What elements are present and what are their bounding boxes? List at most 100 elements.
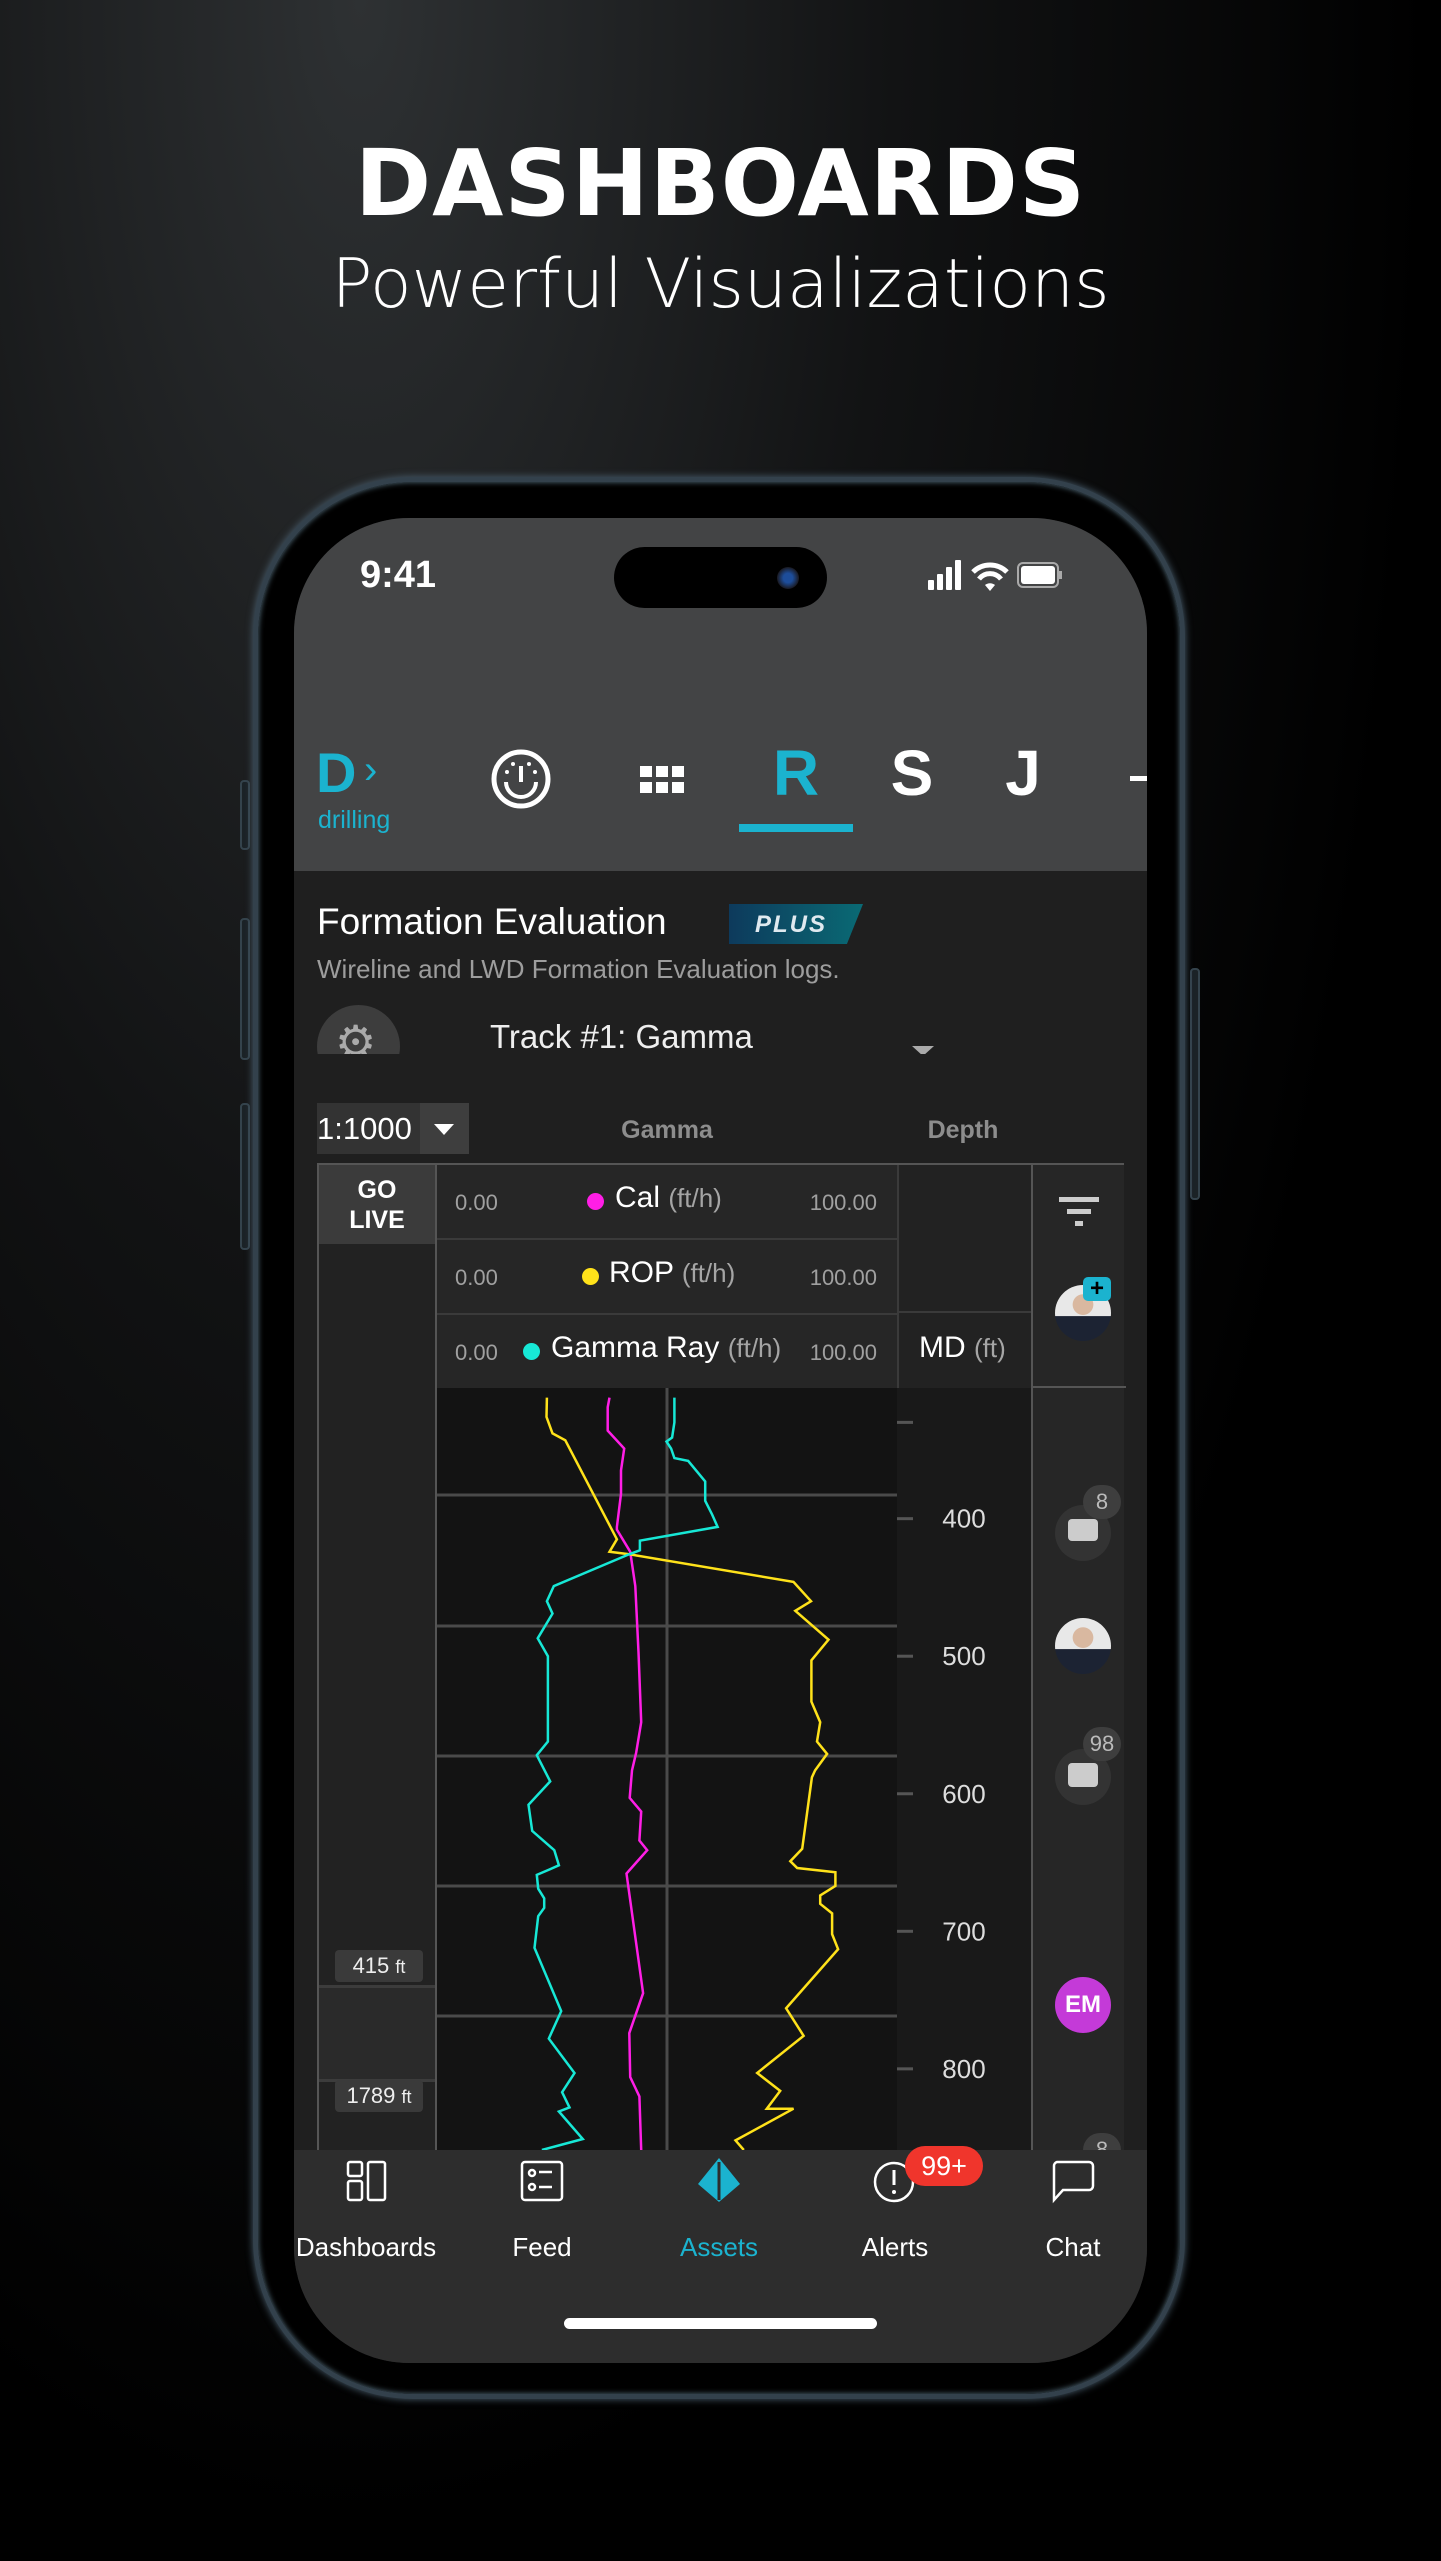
chat-icon	[1052, 2160, 1095, 2204]
hero-subtitle: Powerful Visualizations	[331, 245, 1110, 324]
md-label: MD (ft)	[919, 1331, 1006, 1365]
battery-icon	[1017, 562, 1062, 588]
depth-tick-label: 800	[942, 2054, 985, 2084]
legend-name-text: Gamma Ray	[551, 1331, 720, 1364]
scale-select[interactable]: 1:1000	[317, 1103, 469, 1154]
signal-icon	[928, 560, 961, 590]
brand-drilling-button[interactable]: D › drilling	[316, 740, 416, 834]
annotations-column: + 8 98 EM 8	[1031, 1165, 1126, 2167]
depth-axis-background	[897, 1388, 1031, 2150]
legend-row-gamma-ray[interactable]: 0.00 Gamma Ray (ft/h) 100.00	[437, 1315, 897, 1390]
legend-unit: (ft/h)	[668, 1183, 722, 1213]
hero-title: DASHBOARDS	[354, 130, 1087, 237]
gear-icon: ⚙	[335, 1016, 377, 1054]
plus-badge: PLUS	[729, 904, 863, 944]
legend-name-text: Cal	[615, 1181, 661, 1214]
volume-up-button	[240, 918, 250, 1060]
track-select[interactable]: Track #1: Gamma	[490, 1018, 753, 1054]
brand-label: drilling	[318, 806, 391, 834]
section-title: Formation Evaluation	[317, 901, 667, 942]
tab-label: Chat	[1045, 2232, 1101, 2262]
tab-chat[interactable]: Chat	[988, 2160, 1147, 2290]
depth-track-header-cell: MD (ft)	[897, 1165, 1031, 1388]
legend-row-rop[interactable]: 0.00 ROP (ft/h) 100.00	[437, 1240, 897, 1315]
tab-feed[interactable]: Feed	[457, 2160, 627, 2290]
caret-down-icon	[434, 1124, 454, 1135]
feed-icon	[520, 2160, 564, 2202]
tab-bar: Dashboards Feed Assets 99+ Alerts Chat	[294, 2146, 1147, 2363]
active-tab-underline	[739, 824, 853, 832]
tab-label: Feed	[512, 2232, 572, 2262]
legend-min: 0.00	[455, 1265, 498, 1290]
section-subtitle: Wireline and LWD Formation Evaluation lo…	[317, 954, 840, 984]
legend-min: 0.00	[455, 1340, 498, 1365]
tab-label: Alerts	[861, 2232, 929, 2262]
md-unit: (ft)	[974, 1333, 1006, 1363]
legend-name: ROP (ft/h)	[609, 1256, 735, 1290]
scale-value: 1:1000	[317, 1111, 412, 1146]
tab-label: Assets	[679, 2232, 759, 2262]
status-icons	[928, 560, 1062, 591]
tab-assets[interactable]: Assets	[634, 2158, 804, 2290]
tab-alerts[interactable]: 99+ Alerts	[810, 2146, 983, 2290]
legend-unit: (ft/h)	[681, 1258, 736, 1288]
legend-max: 100.00	[809, 1265, 877, 1290]
dropdown-arrow-icon[interactable]	[912, 1046, 934, 1054]
depth-navigator[interactable]: GO LIVE 415 ft 1789 ft	[319, 1165, 437, 2150]
go-live-button[interactable]: GO LIVE	[319, 1165, 435, 1244]
bottom-depth-label: 1789 ft	[335, 2080, 423, 2112]
comment-icon	[1068, 1519, 1098, 1541]
legend-max: 100.00	[809, 1340, 877, 1365]
user-avatar[interactable]	[1055, 1618, 1111, 1674]
depth-tick-label: 400	[942, 1504, 985, 1534]
nav-tab-j[interactable]: J	[983, 736, 1063, 810]
bottom-depth-value: 1789	[346, 2083, 396, 2108]
legend-dot-cal	[587, 1193, 604, 1210]
power-button	[1190, 968, 1200, 1200]
log-plot[interactable]	[437, 1388, 897, 2150]
user-initials-avatar[interactable]: EM	[1055, 1977, 1111, 2033]
tab-dashboards[interactable]: Dashboards	[294, 2160, 451, 2290]
alerts-count-badge: 99+	[905, 2146, 983, 2186]
add-comment-icon[interactable]: +	[1083, 1277, 1111, 1301]
md-name: MD	[919, 1331, 966, 1364]
settings-button[interactable]: ⚙	[317, 1005, 400, 1054]
assets-icon	[698, 2158, 740, 2202]
depth-track-header: Depth	[927, 1116, 999, 1144]
top-depth-label: 415 ft	[335, 1950, 423, 1982]
legend-name: Cal (ft/h)	[615, 1181, 722, 1215]
legend-dot-gamma-ray	[523, 1343, 540, 1360]
chat-bubble-icon	[1068, 1763, 1098, 1787]
legend-row-cal[interactable]: 0.00 Cal (ft/h) 100.00	[437, 1165, 897, 1240]
legend-max: 100.00	[809, 1190, 877, 1215]
dashboards-icon	[346, 2160, 387, 2202]
nav-tab-r[interactable]: R	[756, 736, 836, 810]
legend-unit: (ft/h)	[727, 1333, 782, 1363]
scale-dropdown-button[interactable]	[420, 1103, 469, 1154]
phone-screen: 9:41 D › drilling R S J Formation Evalua…	[294, 518, 1147, 2363]
top-depth-value: 415	[352, 1953, 390, 1978]
track-selector-row: ⚙ Track #1: Gamma	[294, 998, 1147, 1054]
nav-tab-s[interactable]: S	[872, 736, 952, 810]
depth-tick-label: 600	[942, 1779, 985, 1809]
gauge-icon[interactable]	[490, 748, 552, 810]
gamma-track-header: Gamma	[621, 1116, 713, 1144]
curve-legend: 0.00 Cal (ft/h) 100.00 0.00 ROP (ft/h) 1…	[437, 1165, 897, 1388]
legend-name: Gamma Ray (ft/h)	[551, 1331, 781, 1365]
depth-window-handle[interactable]	[319, 1985, 435, 2082]
grid-icon[interactable]	[640, 766, 686, 794]
nav-more-partial[interactable]	[1130, 776, 1147, 781]
dynamic-island	[614, 547, 827, 608]
camera-icon	[777, 567, 799, 589]
depth-tick-label: 700	[942, 1916, 985, 1946]
comment-count-badge: 8	[1083, 1485, 1121, 1519]
tab-label: Dashboards	[295, 2232, 437, 2262]
status-time: 9:41	[360, 554, 437, 596]
brand-letter: D	[316, 741, 357, 804]
depth-axis: 400 500 600 700 800	[897, 1388, 1031, 2150]
filter-icon[interactable]	[1057, 1195, 1101, 1229]
bottom-depth-unit: ft	[401, 2087, 412, 2107]
log-viewer: GO LIVE 415 ft 1789 ft 0.00 Cal (ft/h) 1…	[317, 1163, 1126, 2167]
legend-name-text: ROP	[609, 1256, 674, 1289]
chevron-right-icon: ›	[364, 748, 378, 792]
